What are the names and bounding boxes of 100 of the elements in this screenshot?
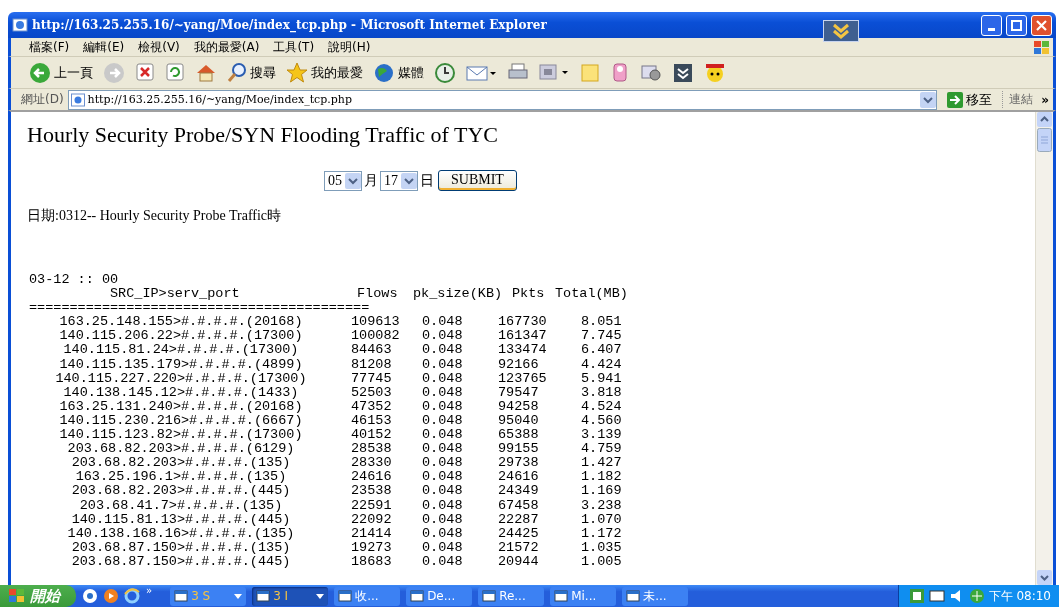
windows-flag-icon bbox=[8, 588, 26, 604]
address-label: 網址(D) bbox=[21, 91, 64, 108]
window-title: http://163.25.255.16/~yang/Moe/index_tcp.php - Microsoft Internet Explorer bbox=[32, 18, 547, 32]
table-cell-text: 0.048 bbox=[421, 385, 464, 400]
keyboard-icon[interactable] bbox=[928, 588, 945, 604]
more-button[interactable]: » bbox=[146, 585, 153, 596]
vertical-scrollbar[interactable] bbox=[1035, 112, 1053, 585]
scroll-down-icon[interactable] bbox=[1037, 570, 1052, 585]
messenger-icon[interactable] bbox=[610, 61, 630, 84]
table-cell-text: 4.560 bbox=[580, 413, 623, 429]
table-cell-text: 140.138.145.12>#.#.#.#.(1433) bbox=[63, 385, 299, 400]
table-cell-text: 5.941 bbox=[580, 371, 623, 386]
table-cell-text: 140.115.81.24>#.#.#.#.(17300) bbox=[62, 343, 300, 358]
taskbar-button[interactable]: Re... bbox=[478, 586, 545, 606]
window-icon bbox=[338, 589, 353, 603]
maximize-button[interactable] bbox=[1006, 14, 1027, 36]
table-cell-text: 46153 bbox=[350, 413, 393, 429]
table-cell-text: 94258 bbox=[497, 399, 540, 414]
minimize-button[interactable] bbox=[981, 14, 1002, 36]
ie-page-icon bbox=[12, 17, 28, 33]
ime-icon[interactable] bbox=[908, 588, 925, 604]
table-cell-text: 133474 bbox=[497, 343, 548, 358]
table-cell-text: 84463 bbox=[350, 343, 393, 358]
media-player-icon[interactable] bbox=[103, 588, 119, 604]
favorites-button[interactable]: 我的最愛 bbox=[286, 61, 363, 84]
submit-button[interactable]: SUBMIT bbox=[438, 170, 517, 191]
taskbar-button[interactable]: 3 I bbox=[252, 586, 329, 606]
window-icon bbox=[174, 589, 189, 603]
window-icon bbox=[256, 589, 271, 603]
table-cell-text: 163.25.196.1>#.#.#.#.(135) bbox=[74, 470, 288, 485]
table-cell-text: 0.048 bbox=[421, 399, 464, 414]
menu-item[interactable]: 編輯(E) bbox=[83, 38, 125, 56]
table-cell-text: 0.048 bbox=[421, 554, 464, 569]
table-cell-text: 0.048 bbox=[421, 329, 464, 344]
table-cell-text: 140.115.123.82>#.#.#.#.(17300) bbox=[58, 428, 304, 443]
column-header: pk_size(KB) bbox=[413, 287, 504, 302]
scroll-up-icon[interactable] bbox=[1037, 112, 1052, 127]
more-button[interactable]: » bbox=[1037, 92, 1053, 107]
table-cell-text: 28330 bbox=[350, 456, 393, 471]
menu-item[interactable]: 檢視(V) bbox=[138, 38, 180, 56]
table-cell-text: 0.048 bbox=[421, 343, 464, 358]
close-icon bbox=[1036, 19, 1047, 31]
star-icon bbox=[286, 61, 308, 84]
window-icon bbox=[626, 589, 641, 603]
table-cell-text: 4.424 bbox=[580, 357, 623, 372]
table-cell-text: 203.68.87.150>#.#.#.#.(135) bbox=[71, 540, 291, 555]
taskbar-button[interactable]: 未... bbox=[622, 586, 689, 606]
address-field[interactable]: http://163.25.255.16/~yang/Moe/index_tcp.php bbox=[67, 89, 938, 110]
taskbar-button[interactable]: De... bbox=[406, 586, 473, 606]
table-cell-text: 1.427 bbox=[580, 456, 623, 471]
table-cell-text: 0.048 bbox=[421, 315, 464, 330]
close-button[interactable] bbox=[1031, 14, 1052, 36]
refresh-icon[interactable] bbox=[165, 61, 185, 84]
table-cell-text: 203.68.87.150>#.#.#.#.(445) bbox=[70, 554, 292, 569]
clock: 下午 08:10 bbox=[988, 587, 1051, 605]
clock-icon[interactable] bbox=[434, 61, 456, 84]
table-cell-text: 3.139 bbox=[580, 428, 623, 443]
table-cell-text: 47352 bbox=[350, 399, 393, 414]
smiley-icon[interactable] bbox=[704, 61, 726, 84]
date-line: 日期:0312-- Hourly Security Probe Traffic時 bbox=[27, 207, 283, 225]
table-cell-text: 23538 bbox=[350, 484, 393, 499]
media-button[interactable]: 媒體 bbox=[373, 61, 424, 84]
table-cell-text: 1.005 bbox=[580, 554, 623, 569]
ie-icon[interactable] bbox=[124, 588, 140, 604]
menu-item[interactable]: 工具(T) bbox=[273, 38, 315, 56]
day-label: 日 bbox=[420, 171, 434, 190]
table-cell-text: 203.68.82.203>#.#.#.#.(6129) bbox=[66, 442, 296, 457]
taskbar-button[interactable]: Mi... bbox=[550, 586, 617, 606]
taskbar-button[interactable]: 收... bbox=[334, 586, 401, 606]
table-cell-text: 77745 bbox=[350, 371, 393, 386]
menu-item[interactable]: 我的最愛(A) bbox=[193, 38, 260, 56]
chevron-down-icon bbox=[823, 20, 859, 42]
table-cell-text: 0.048 bbox=[421, 456, 464, 471]
stop-icon[interactable] bbox=[135, 61, 155, 84]
scroll-thumb[interactable] bbox=[1037, 128, 1052, 152]
table-cell-text: 92166 bbox=[497, 357, 540, 372]
back-button[interactable]: 上一頁 bbox=[29, 61, 93, 84]
table-cell-text: 21414 bbox=[350, 526, 393, 541]
menu-item[interactable]: 檔案(F) bbox=[29, 38, 70, 56]
table-cell-text: 22092 bbox=[350, 512, 393, 527]
links-button[interactable]: 連結 bbox=[1002, 91, 1034, 108]
table-cell-text: 29738 bbox=[497, 456, 540, 471]
table-cell-text: 24425 bbox=[497, 526, 540, 541]
go-button[interactable]: 移至 bbox=[941, 90, 999, 109]
table-cell-text: 0.048 bbox=[421, 428, 464, 443]
circle-icon[interactable] bbox=[82, 588, 98, 604]
table-cell-text: 19273 bbox=[350, 540, 393, 555]
search-button[interactable]: 搜尋 bbox=[227, 61, 276, 84]
window-icon bbox=[410, 589, 425, 603]
month-select[interactable]: 05 bbox=[324, 170, 362, 191]
table-cell-text: 6.407 bbox=[580, 343, 623, 358]
table-cell-text: 0.048 bbox=[421, 512, 464, 527]
table-cell-text: 0.048 bbox=[421, 371, 464, 386]
day-select[interactable]: 17 bbox=[380, 170, 418, 191]
minimize-icon bbox=[988, 27, 995, 31]
table-cell-text: 123765 bbox=[497, 371, 548, 386]
menu-item[interactable]: 說明(H) bbox=[328, 38, 371, 56]
table-cell-text: 95040 bbox=[497, 413, 540, 429]
table-cell-text: 0.048 bbox=[421, 357, 464, 372]
column-header: SRC_IP>serv_port bbox=[110, 287, 241, 302]
